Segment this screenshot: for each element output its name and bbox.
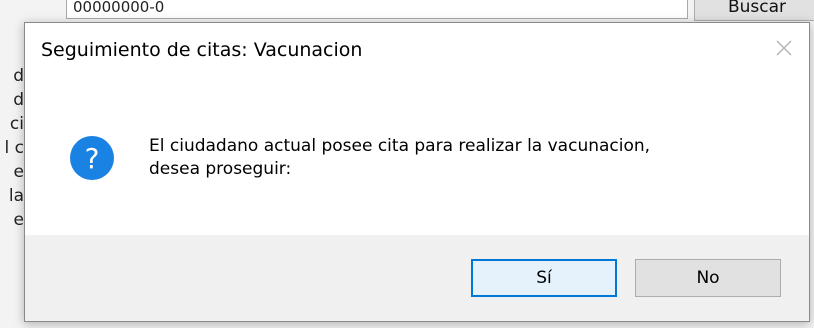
- background-text-fragment: la: [8, 186, 24, 206]
- message-dialog: Seguimiento de citas: Vacunacion ? El ci…: [24, 22, 810, 322]
- no-button[interactable]: No: [635, 259, 781, 297]
- background-text-fragment: l c: [4, 138, 24, 158]
- svg-text:?: ?: [85, 142, 100, 175]
- message-line: El ciudadano actual posee cita para real…: [149, 136, 651, 156]
- yes-button[interactable]: Sí: [471, 259, 617, 297]
- dialog-title: Seguimiento de citas: Vacunacion: [41, 39, 363, 61]
- close-icon: [776, 40, 792, 56]
- question-icon: ?: [70, 136, 114, 180]
- message-line: desea proseguir:: [149, 159, 292, 179]
- close-button[interactable]: [767, 31, 801, 65]
- dialog-title-bar[interactable]: Seguimiento de citas: Vacunacion: [25, 23, 809, 77]
- dialog-content: ? El ciudadano actual posee cita para re…: [25, 77, 809, 235]
- background-text-fragment: d: [13, 66, 24, 86]
- dialog-message: El ciudadano actual posee cita para real…: [149, 135, 789, 181]
- background-text-fragment: d: [13, 90, 24, 110]
- background-search-button[interactable]: Buscar: [694, 0, 814, 21]
- background-text-fragment: e v: [13, 210, 24, 230]
- background-text-fragment: ci: [9, 114, 24, 134]
- dialog-button-bar: Sí No: [25, 235, 809, 321]
- background-search-field[interactable]: 00000000-0: [66, 0, 688, 19]
- background-text-fragment: e c: [13, 162, 24, 182]
